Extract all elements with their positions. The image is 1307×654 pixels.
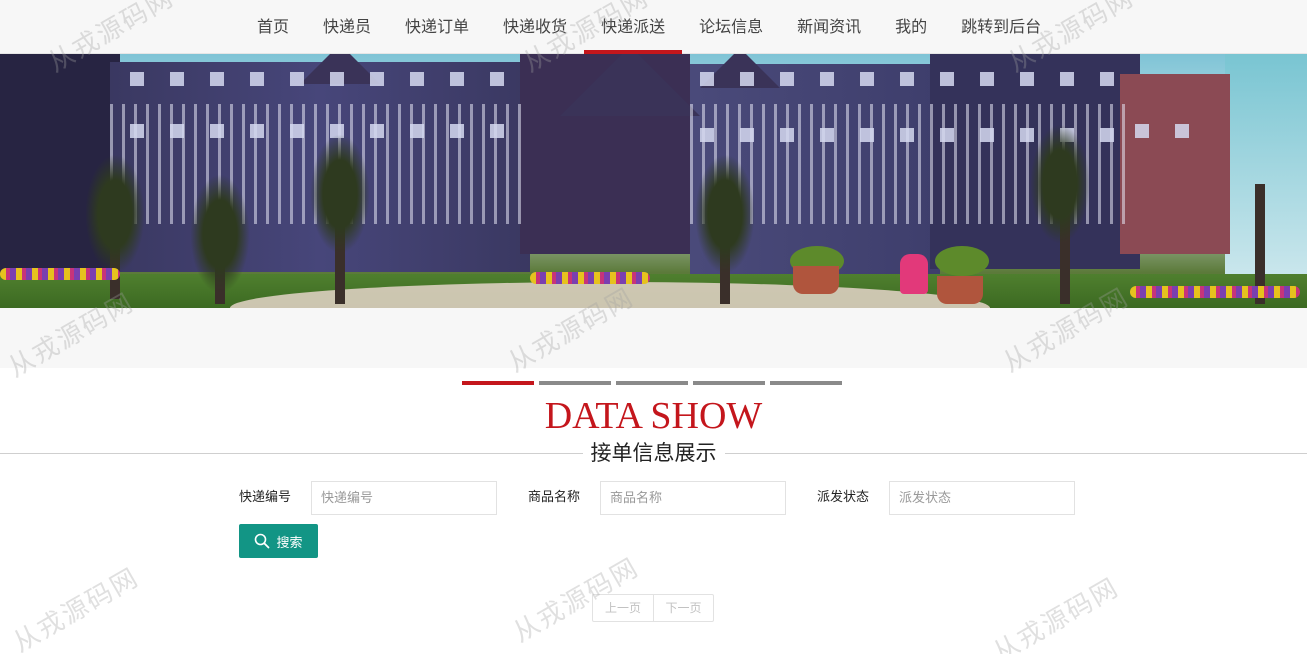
slide-indicator-3[interactable]	[616, 381, 688, 385]
nav-item-delivery[interactable]: 快递派送	[584, 0, 683, 54]
banner-pot	[793, 266, 839, 294]
dispatch-status-label: 派发状态	[817, 490, 870, 505]
slide-indicator-1[interactable]	[462, 381, 534, 385]
watermark: 从戎源码网	[8, 562, 145, 654]
section-title-cn: 接单信息展示	[582, 439, 725, 467]
search-button-label: 搜索	[276, 535, 303, 551]
banner-tree	[1030, 124, 1090, 244]
banner-windows	[700, 72, 1120, 86]
nav-item-home[interactable]: 首页	[240, 0, 306, 54]
slide-indicator-5[interactable]	[770, 381, 842, 385]
search-icon	[255, 533, 270, 549]
banner-image	[0, 54, 1307, 308]
search-button[interactable]: 搜索	[239, 524, 318, 558]
nav-item-orders[interactable]: 快递订单	[388, 0, 486, 54]
dispatch-status-input[interactable]	[889, 481, 1075, 515]
section-title-wrap: 接单信息展示	[0, 439, 1307, 467]
nav-item-courier[interactable]: 快递员	[306, 0, 388, 54]
express-number-label: 快递编号	[239, 490, 292, 505]
banner-roof	[560, 54, 700, 116]
section-title-en: DATA SHOW	[544, 395, 763, 437]
banner-tree	[695, 154, 755, 274]
banner-bush	[935, 246, 989, 276]
banner-flowers	[530, 272, 650, 284]
banner-flowers	[1130, 286, 1300, 298]
slide-indicator-4[interactable]	[693, 381, 765, 385]
slide-indicators	[462, 381, 847, 385]
nav-item-news[interactable]: 新闻资讯	[780, 0, 878, 54]
nav-item-receiving[interactable]: 快递收货	[486, 0, 584, 54]
nav-list: 首页 快递员 快递订单 快递收货 快递派送 论坛信息 新闻资讯 我的 跳转到后台	[240, 0, 1058, 54]
banner-building	[1120, 74, 1230, 254]
nav-item-admin[interactable]: 跳转到后台	[944, 0, 1058, 54]
watermark: 从戎源码网	[988, 572, 1125, 654]
banner-tree	[310, 134, 370, 254]
next-page-button[interactable]: 下一页	[653, 595, 713, 621]
nav-item-mine[interactable]: 我的	[878, 0, 944, 54]
banner-flowers	[0, 268, 120, 280]
top-nav: 首页 快递员 快递订单 快递收货 快递派送 论坛信息 新闻资讯 我的 跳转到后台	[0, 0, 1307, 54]
banner-person	[900, 254, 928, 294]
product-name-input[interactable]	[600, 481, 786, 515]
banner-pot	[937, 276, 983, 304]
nav-item-forum[interactable]: 论坛信息	[682, 0, 780, 54]
banner-sky	[1225, 54, 1307, 274]
banner-windows	[1135, 124, 1215, 138]
banner-windows	[130, 72, 510, 86]
banner-footer-band	[0, 308, 1307, 368]
banner-tree	[190, 174, 250, 294]
banner-tree	[85, 154, 145, 274]
prev-page-button[interactable]: 上一页	[593, 595, 653, 621]
slide-indicator-2[interactable]	[539, 381, 611, 385]
pagination: 上一页 下一页	[592, 594, 714, 622]
express-number-input[interactable]	[311, 481, 497, 515]
product-name-label: 商品名称	[528, 490, 581, 505]
